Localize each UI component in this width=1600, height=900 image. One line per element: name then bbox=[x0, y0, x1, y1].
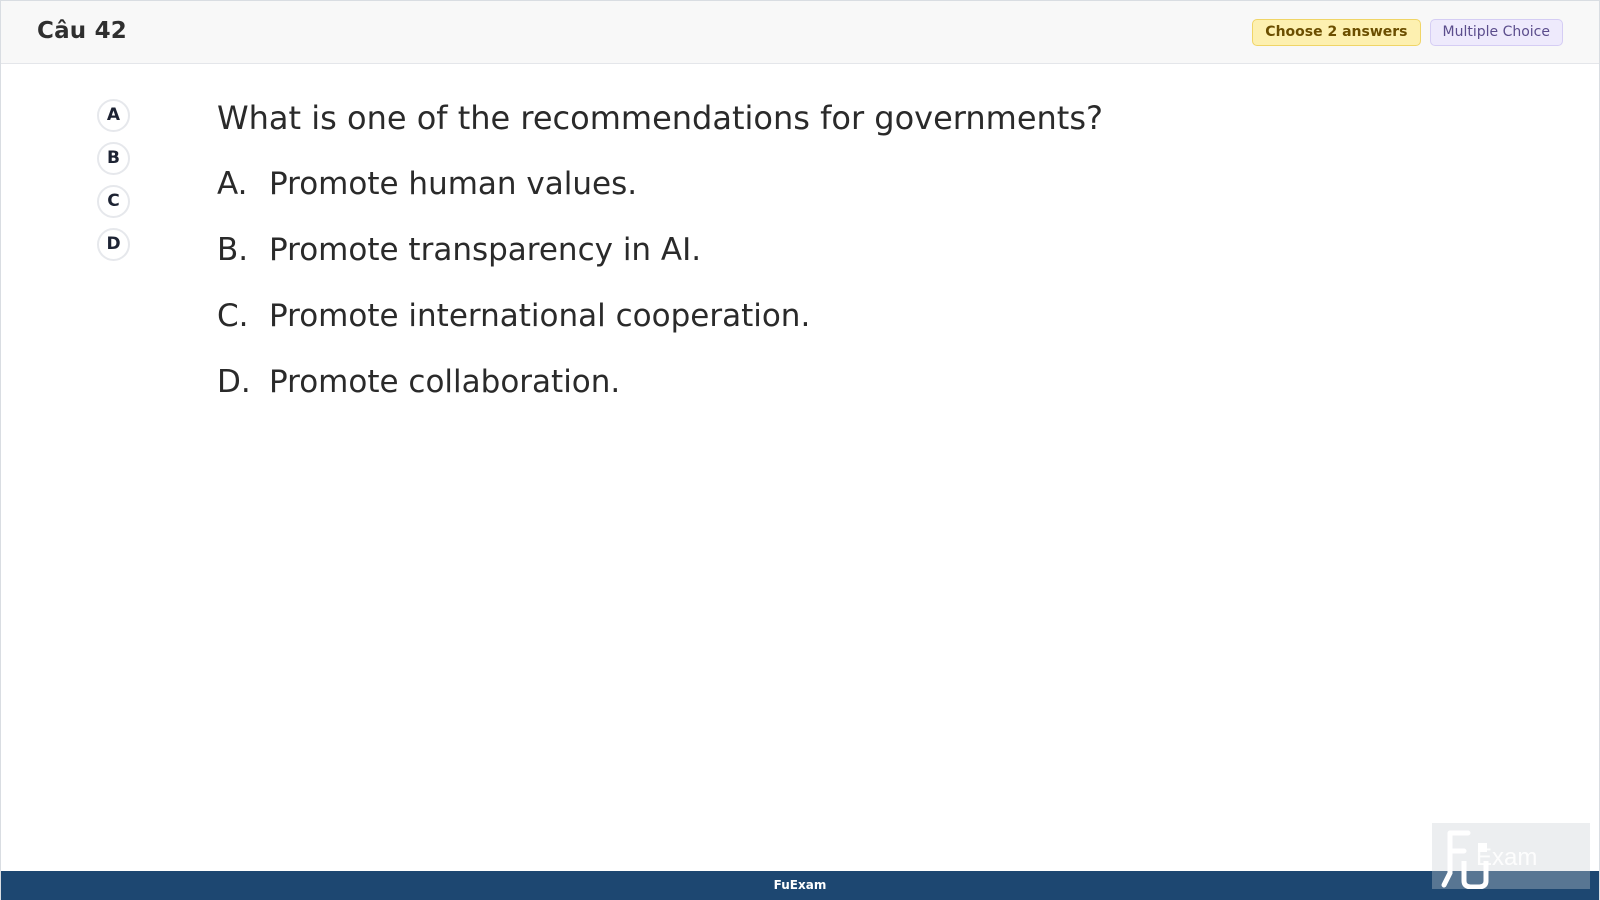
option-list: A. Promote human values. B. Promote tran… bbox=[217, 166, 810, 430]
choice-button-d[interactable]: D bbox=[97, 228, 130, 261]
fuexam-watermark-logo: Exam bbox=[1432, 823, 1590, 889]
option-text: Promote human values. bbox=[269, 166, 638, 202]
option-letter: B. bbox=[217, 232, 249, 268]
option-letter: C. bbox=[217, 298, 249, 334]
question-text: What is one of the recommendations for g… bbox=[217, 99, 1103, 137]
option-b: B. Promote transparency in AI. bbox=[217, 232, 810, 298]
question-header: Câu 42 Choose 2 answers Multiple Choice bbox=[1, 1, 1599, 64]
choose-count-badge: Choose 2 answers bbox=[1252, 19, 1421, 46]
footer-brand: FuExam bbox=[773, 878, 827, 892]
choice-button-b[interactable]: B bbox=[97, 142, 130, 175]
page-title: Câu 42 bbox=[37, 18, 127, 44]
option-letter: A. bbox=[217, 166, 248, 202]
watermark-text: Exam bbox=[1476, 844, 1537, 871]
option-text: Promote international cooperation. bbox=[269, 298, 811, 334]
option-c: C. Promote international cooperation. bbox=[217, 298, 810, 364]
answer-choice-buttons: A B C D bbox=[97, 99, 130, 261]
option-d: D. Promote collaboration. bbox=[217, 364, 810, 430]
fu-logo-icon: Exam bbox=[1441, 830, 1537, 889]
choice-button-c[interactable]: C bbox=[97, 185, 130, 218]
question-type-badge: Multiple Choice bbox=[1429, 19, 1563, 46]
choice-button-a[interactable]: A bbox=[97, 99, 130, 132]
option-text: Promote transparency in AI. bbox=[269, 232, 702, 268]
option-a: A. Promote human values. bbox=[217, 166, 810, 232]
option-letter: D. bbox=[217, 364, 251, 400]
badge-group: Choose 2 answers Multiple Choice bbox=[1252, 19, 1563, 46]
option-text: Promote collaboration. bbox=[269, 364, 621, 400]
footer-bar: FuExam bbox=[1, 871, 1599, 900]
